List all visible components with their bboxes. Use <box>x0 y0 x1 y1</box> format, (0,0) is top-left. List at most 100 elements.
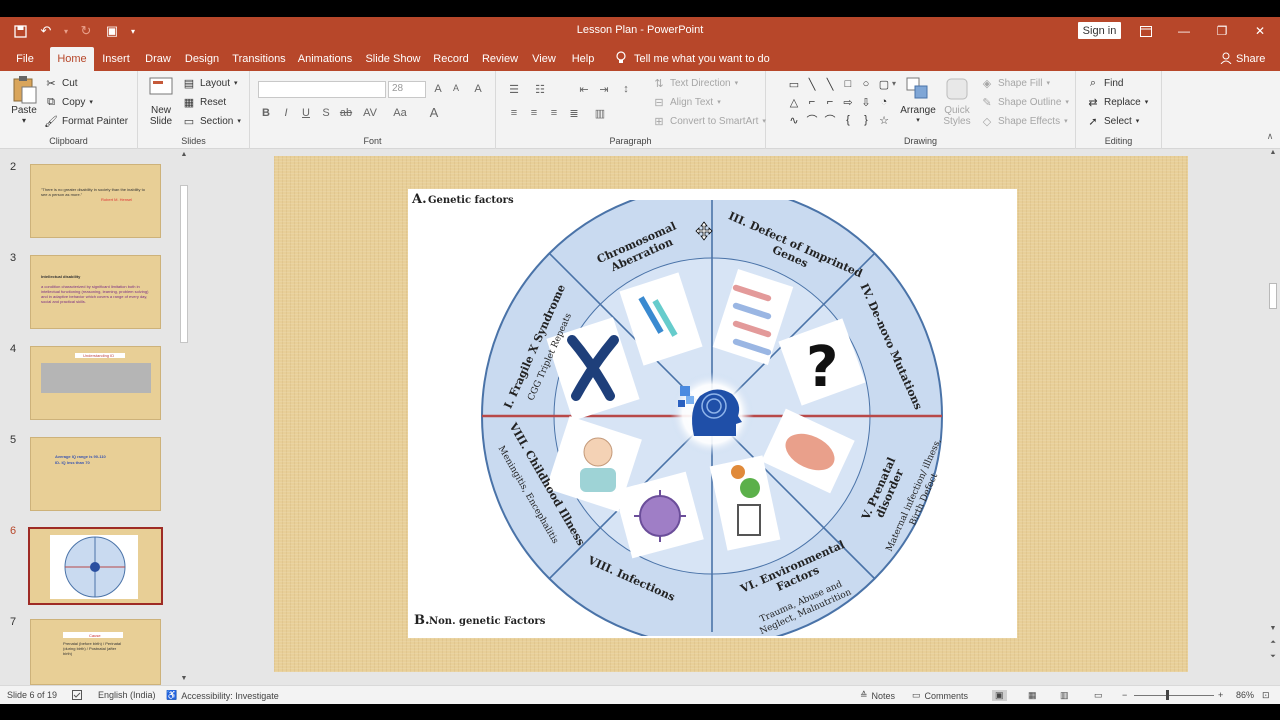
connector-shape-icon[interactable]: ⌐ <box>822 94 838 110</box>
slide-thumbnail[interactable]: Average IQ range is 90-110 ID- IQ less t… <box>30 437 161 511</box>
redo-icon[interactable]: ↻ <box>76 21 96 41</box>
shapes-gallery[interactable]: ▭ ╲ ╲ □ ○ ▢ △ ⌐ ⌐ ⇨ ⇩ ◔ ∿ ⌒ ⌒ { } ☆ <box>786 76 889 128</box>
scroll-down-icon[interactable]: ▼ <box>1268 625 1278 637</box>
bold-icon[interactable]: B <box>258 107 274 119</box>
numbering-icon[interactable]: ☷ <box>532 83 548 96</box>
slide-thumbnail[interactable]: Intellectual disability a condition char… <box>30 255 161 329</box>
font-size-box[interactable]: 28 <box>388 81 426 98</box>
current-slide[interactable]: A. Genetic factors B. Non. genetic Facto… <box>274 156 1188 672</box>
customize-toolbar-icon[interactable]: ▾ <box>128 21 138 41</box>
character-spacing-icon[interactable]: AV <box>362 107 378 119</box>
brace-shape-icon[interactable]: { <box>840 112 856 128</box>
rectangle-shape-icon[interactable]: □ <box>840 76 856 92</box>
font-color-icon[interactable]: A <box>426 105 442 120</box>
triangle-shape-icon[interactable]: △ <box>786 94 802 110</box>
slide-sorter-icon[interactable]: ▦ <box>1028 690 1037 701</box>
comments-button[interactable]: ▭ Comments <box>912 690 968 701</box>
zoom-slider-thumb[interactable] <box>1166 690 1169 700</box>
tab-animations[interactable]: Animations <box>296 47 354 71</box>
zoom-in-icon[interactable]: + <box>1218 690 1223 700</box>
arrange-button[interactable]: Arrange ▾ <box>898 75 938 124</box>
slide-scrollbar[interactable]: ▲ ▼ ⏶ ⏷ <box>1266 149 1280 685</box>
zoom-slider-track[interactable] <box>1134 695 1214 696</box>
next-slide-icon[interactable]: ⏷ <box>1268 653 1278 665</box>
notes-button[interactable]: ≙ Notes <box>860 690 895 701</box>
align-center-icon[interactable]: ≡ <box>526 107 542 119</box>
section-button[interactable]: ▭ Section ▾ <box>182 114 241 128</box>
normal-view-icon[interactable]: ▣ <box>992 690 1007 701</box>
italic-icon[interactable]: I <box>278 107 294 119</box>
strikethrough-icon[interactable]: ab <box>338 107 354 119</box>
cut-button[interactable]: ✂ Cut <box>44 76 77 90</box>
decrease-indent-icon[interactable]: ⇤ <box>576 83 592 96</box>
quick-styles-button[interactable]: Quick Styles <box>940 75 974 127</box>
align-left-icon[interactable]: ≡ <box>506 107 522 119</box>
line-spacing-icon[interactable]: ↕ <box>618 83 634 95</box>
tab-slide-show[interactable]: Slide Show <box>364 47 422 71</box>
line-shape-icon[interactable]: ╲ <box>804 76 820 92</box>
tab-review[interactable]: Review <box>480 47 520 71</box>
brace-shape-icon[interactable]: } <box>858 112 874 128</box>
start-from-beginning-icon[interactable]: ▣ <box>102 21 122 41</box>
callout-shape-icon[interactable]: ◔ <box>876 94 892 110</box>
ribbon-display-options-icon[interactable] <box>1127 17 1165 45</box>
paste-button[interactable]: Paste ▾ <box>8 75 40 125</box>
undo-icon[interactable]: ↶ <box>36 21 56 41</box>
shape-fill-button[interactable]: ◈ Shape Fill ▾ <box>980 76 1050 90</box>
slide-thumbnail[interactable]: "There is no greater disability in socie… <box>30 164 161 238</box>
language-indicator[interactable]: English (India) <box>98 690 156 700</box>
curve-shape-icon[interactable]: ⌒ <box>822 112 838 128</box>
shape-effects-button[interactable]: ◇ Shape Effects ▾ <box>980 114 1068 128</box>
align-text-button[interactable]: ⊟ Align Text ▾ <box>652 95 720 109</box>
minimize-icon[interactable]: — <box>1165 17 1203 45</box>
thumbnail-scrollbar[interactable]: ▲ ▼ <box>178 149 190 685</box>
columns-icon[interactable]: ▥ <box>592 107 608 120</box>
collapse-ribbon-icon[interactable]: ∧ <box>1262 131 1278 142</box>
tab-transitions[interactable]: Transitions <box>230 47 288 71</box>
right-arrow-shape-icon[interactable]: ⇨ <box>840 94 856 110</box>
slide-thumbnail[interactable]: Cause Prenatal (before birth) / Perinata… <box>30 619 161 685</box>
layout-button[interactable]: ▤ Layout ▾ <box>182 76 238 90</box>
curve-shape-icon[interactable]: ∿ <box>786 112 802 128</box>
format-painter-button[interactable]: 🖌 Format Painter <box>44 114 128 128</box>
new-slide-button[interactable]: New Slide <box>144 75 178 127</box>
font-name-box[interactable] <box>258 81 386 98</box>
scroll-down-icon[interactable]: ▼ <box>178 673 190 685</box>
share-button[interactable]: Share <box>1220 47 1265 71</box>
replace-button[interactable]: ⇄ Replace ▾ <box>1086 95 1148 109</box>
decrease-font-size-icon[interactable]: A <box>448 83 464 93</box>
save-icon[interactable] <box>10 21 30 41</box>
curve-shape-icon[interactable]: ⌒ <box>804 112 820 128</box>
justify-icon[interactable]: ≣ <box>566 107 582 120</box>
tab-draw[interactable]: Draw <box>142 47 174 71</box>
tab-insert[interactable]: Insert <box>98 47 134 71</box>
reset-button[interactable]: ▦ Reset <box>182 95 226 109</box>
slide-scroll-thumb[interactable] <box>1269 283 1277 309</box>
tell-me-search[interactable]: Tell me what you want to do <box>616 47 770 71</box>
tab-design[interactable]: Design <box>182 47 222 71</box>
tab-help[interactable]: Help <box>568 47 598 71</box>
thumbnail-scroll-thumb[interactable] <box>180 185 188 343</box>
scroll-up-icon[interactable]: ▲ <box>1268 149 1278 161</box>
oval-shape-icon[interactable]: ○ <box>858 76 874 92</box>
copy-button[interactable]: ⧉ Copy ▾ <box>44 95 93 109</box>
reading-view-icon[interactable]: ▥ <box>1060 690 1069 701</box>
change-case-icon[interactable]: Aa <box>392 107 408 119</box>
select-button[interactable]: ➚ Select ▾ <box>1086 114 1139 128</box>
zoom-level[interactable]: 86% <box>1236 690 1254 700</box>
connector-shape-icon[interactable]: ⌐ <box>804 94 820 110</box>
down-arrow-shape-icon[interactable]: ⇩ <box>858 94 874 110</box>
shape-outline-button[interactable]: ✎ Shape Outline ▾ <box>980 95 1069 109</box>
fit-slide-icon[interactable]: ⊡ <box>1262 690 1270 701</box>
clear-formatting-icon[interactable]: A <box>470 83 486 95</box>
bullets-icon[interactable]: ☰ <box>506 83 522 96</box>
scroll-up-icon[interactable]: ▲ <box>178 149 190 161</box>
underline-icon[interactable]: U <box>298 107 314 119</box>
tab-home[interactable]: Home <box>50 47 94 71</box>
close-icon[interactable]: ✕ <box>1241 17 1279 45</box>
restore-icon[interactable]: ❐ <box>1203 17 1241 45</box>
undo-dropdown-icon[interactable]: ▾ <box>62 21 70 41</box>
zoom-out-icon[interactable]: − <box>1122 690 1127 700</box>
increase-indent-icon[interactable]: ⇥ <box>596 83 612 96</box>
align-right-icon[interactable]: ≡ <box>546 107 562 119</box>
